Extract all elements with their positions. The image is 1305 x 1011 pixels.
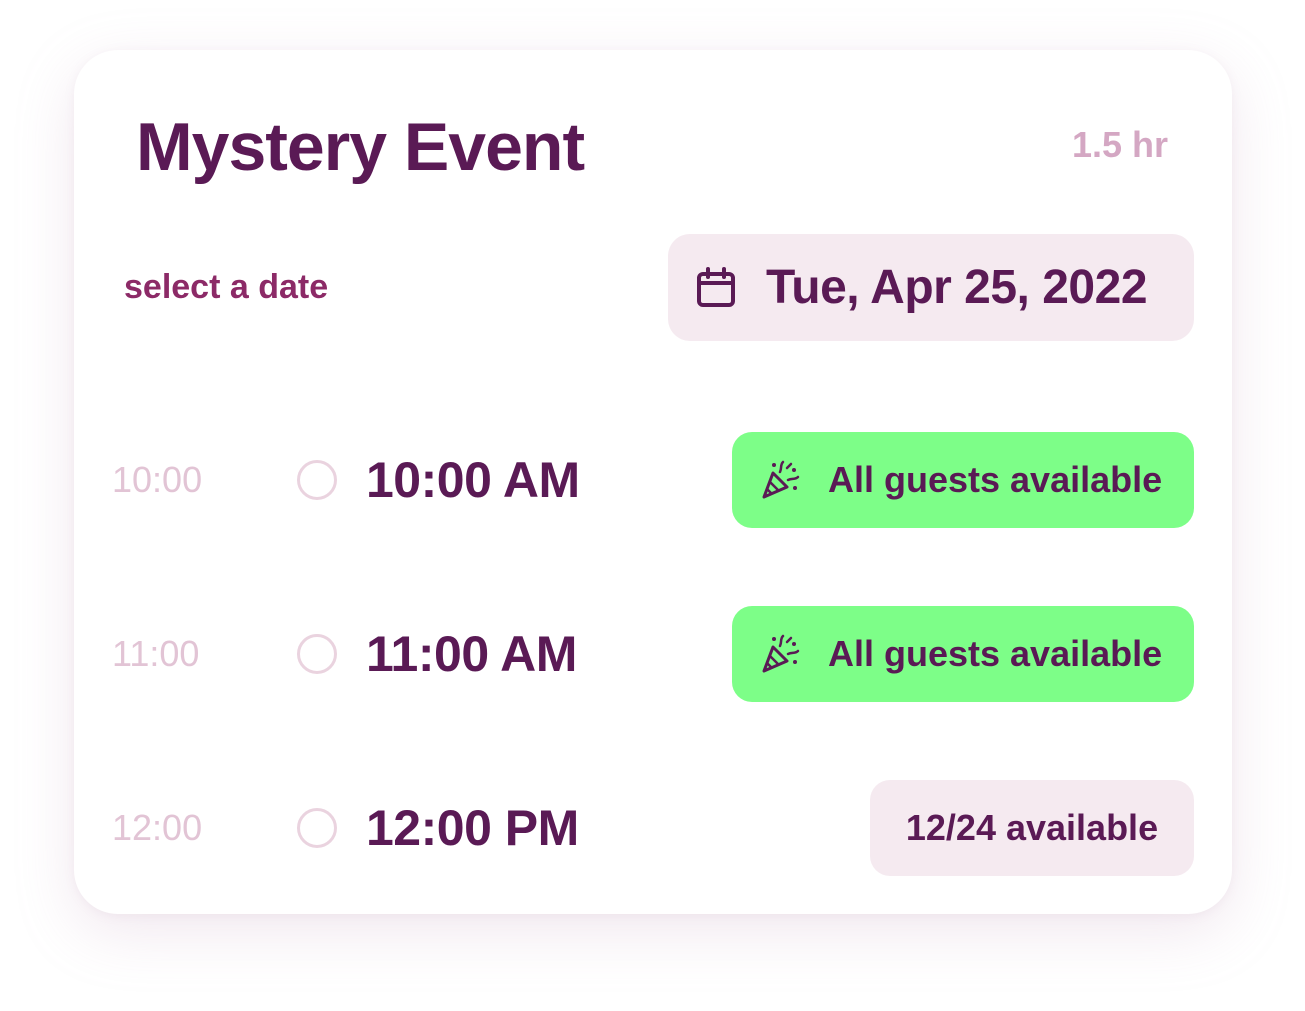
event-card: Mystery Event 1.5 hr select a date Tue, … bbox=[74, 50, 1232, 914]
calendar-icon bbox=[697, 266, 735, 307]
time-slot-row[interactable]: 10:00 10:00 AM All guests available bbox=[74, 432, 1232, 528]
selected-date: Tue, Apr 25, 2022 bbox=[766, 261, 1148, 314]
slot-hour-label: 11:00 bbox=[112, 633, 200, 674]
slot-radio-button[interactable] bbox=[297, 460, 337, 500]
slot-hour-label: 12:00 bbox=[112, 807, 203, 848]
select-date-label: select a date bbox=[124, 268, 329, 306]
time-slot-row[interactable]: 12:00 12:00 PM 12/24 available bbox=[74, 780, 1232, 876]
party-popper-icon bbox=[762, 634, 800, 673]
slot-time: 10:00 AM bbox=[366, 452, 580, 508]
time-slot-row[interactable]: 11:00 11:00 AM All guests available bbox=[74, 606, 1232, 702]
slot-time: 12:00 PM bbox=[366, 800, 579, 856]
slot-time: 11:00 AM bbox=[366, 626, 577, 682]
availability-text: 12/24 available bbox=[905, 807, 1159, 848]
date-picker-button[interactable]: Tue, Apr 25, 2022 bbox=[668, 234, 1194, 341]
availability-badge: All guests available bbox=[732, 432, 1194, 528]
event-duration: 1.5 hr bbox=[1071, 124, 1168, 165]
slot-radio-button[interactable] bbox=[297, 634, 337, 674]
availability-badge: All guests available bbox=[732, 606, 1194, 702]
availability-text: All guests available bbox=[828, 633, 1163, 674]
event-title: Mystery Event bbox=[136, 109, 585, 185]
availability-badge: 12/24 available bbox=[870, 780, 1194, 876]
party-popper-icon bbox=[762, 460, 800, 499]
slot-radio-button[interactable] bbox=[297, 808, 337, 848]
availability-text: All guests available bbox=[828, 459, 1163, 500]
slot-hour-label: 10:00 bbox=[112, 459, 203, 500]
